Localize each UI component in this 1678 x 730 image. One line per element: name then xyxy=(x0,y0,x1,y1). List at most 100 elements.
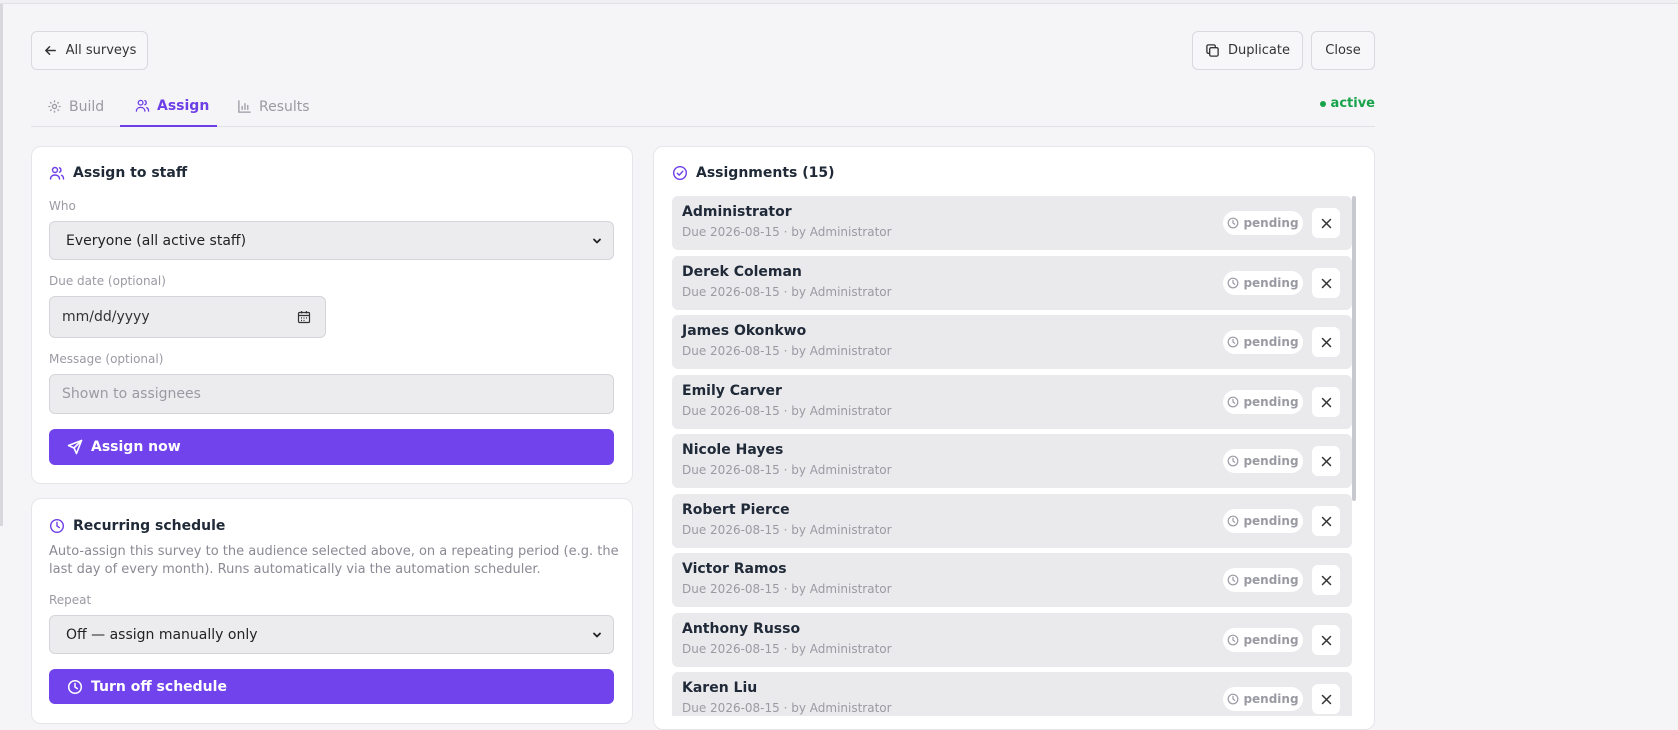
status-badge: pending xyxy=(1223,449,1303,473)
clock-icon xyxy=(1228,574,1239,586)
assignee-name: Victor Ramos xyxy=(682,561,787,577)
message-placeholder: Shown to assignees xyxy=(62,386,201,402)
back-to-surveys-button[interactable]: All surveys xyxy=(31,31,148,70)
list-item[interactable]: Victor Ramos Due 2026-08-15 · by Administ… xyxy=(672,553,1352,607)
close-icon xyxy=(1321,456,1331,466)
status-badge: pending xyxy=(1223,628,1303,652)
remove-assignment-button[interactable] xyxy=(1312,684,1340,714)
assignment-meta: Due 2026-08-15 · by Administrator xyxy=(682,523,892,537)
list-item[interactable]: Administrator Due 2026-08-15 · by Adminis… xyxy=(672,196,1352,250)
message-input[interactable]: Shown to assignees xyxy=(49,374,614,414)
status-badge: pending xyxy=(1223,687,1303,711)
assignment-meta: Due 2026-08-15 · by Administrator xyxy=(682,582,892,596)
recurring-title-text: Recurring schedule xyxy=(73,518,226,534)
list-item[interactable]: Derek Coleman Due 2026-08-15 · by Adminis… xyxy=(672,256,1352,310)
remove-assignment-button[interactable] xyxy=(1312,208,1340,238)
list-item[interactable]: Emily Carver Due 2026-08-15 · by Administ… xyxy=(672,375,1352,429)
list-item[interactable]: Anthony Russo Due 2026-08-15 · by Adminis… xyxy=(672,613,1352,667)
assignment-meta: Due 2026-08-15 · by Administrator xyxy=(682,463,892,477)
status-badge: pending xyxy=(1223,568,1303,592)
who-select-value: Everyone (all active staff) xyxy=(66,232,247,249)
send-icon xyxy=(67,439,83,455)
assignee-name: Derek Coleman xyxy=(682,264,802,280)
status-badge-label: pending xyxy=(1243,633,1299,647)
assignments-list[interactable]: Administrator Due 2026-08-15 · by Adminis… xyxy=(672,196,1356,716)
remove-assignment-button[interactable] xyxy=(1312,625,1340,655)
clock-icon xyxy=(1228,217,1239,229)
who-select[interactable]: Everyone (all active staff) xyxy=(49,221,614,260)
chevron-down-icon xyxy=(593,632,601,637)
calendar-icon[interactable] xyxy=(297,310,311,324)
assignee-name: James Okonkwo xyxy=(682,323,807,339)
tab-assign-label: Assign xyxy=(157,97,210,114)
clock-icon xyxy=(1228,336,1239,348)
status-label: active xyxy=(1330,96,1375,111)
recurring-card-title: Recurring schedule xyxy=(49,518,225,534)
status-badge-label: pending xyxy=(1243,216,1299,230)
turn-off-schedule-label: Turn off schedule xyxy=(91,678,227,695)
assign-now-button[interactable]: Assign now xyxy=(49,429,614,465)
remove-assignment-button[interactable] xyxy=(1312,268,1340,298)
status-badge: active xyxy=(1319,96,1375,111)
clock-icon xyxy=(67,679,83,694)
close-icon xyxy=(1321,218,1331,228)
assignee-name: Nicole Hayes xyxy=(682,442,784,458)
status-badge: pending xyxy=(1223,509,1303,533)
remove-assignment-button[interactable] xyxy=(1312,506,1340,536)
list-item[interactable]: James Okonkwo Due 2026-08-15 · by Adminis… xyxy=(672,315,1352,369)
assignments-scrollbar[interactable] xyxy=(1352,196,1356,501)
list-item[interactable]: Robert Pierce Due 2026-08-15 · by Adminis… xyxy=(672,494,1352,548)
status-badge-label: pending xyxy=(1243,395,1299,409)
due-date-label: Due date (optional) xyxy=(49,274,166,288)
tab-assign[interactable]: Assign xyxy=(120,86,217,127)
status-dot xyxy=(1319,100,1326,107)
list-item[interactable]: Nicole Hayes Due 2026-08-15 · by Administ… xyxy=(672,434,1352,488)
assignee-name: Anthony Russo xyxy=(682,621,801,637)
clock-icon xyxy=(1228,693,1239,705)
assignments-card-title: Assignments (15) xyxy=(672,165,835,181)
who-label: Who xyxy=(49,199,76,213)
remove-assignment-button[interactable] xyxy=(1312,387,1340,417)
close-icon xyxy=(1321,694,1331,704)
status-badge-label: pending xyxy=(1243,276,1299,290)
status-badge-label: pending xyxy=(1243,454,1299,468)
assignment-meta: Due 2026-08-15 · by Administrator xyxy=(682,404,892,418)
recurring-card: Recurring schedule Auto-assign this surv… xyxy=(31,498,633,724)
users-icon xyxy=(135,99,150,112)
users-icon xyxy=(49,166,65,180)
assignment-meta: Due 2026-08-15 · by Administrator xyxy=(682,285,892,299)
close-button[interactable]: Close xyxy=(1311,31,1375,70)
window-left-edge xyxy=(0,4,3,526)
tab-bar: Build Assign Results active xyxy=(31,86,1375,127)
status-badge: pending xyxy=(1223,271,1303,295)
assignee-name: Emily Carver xyxy=(682,383,782,399)
assignment-meta: Due 2026-08-15 · by Administrator xyxy=(682,344,892,358)
repeat-select[interactable]: Off — assign manually only xyxy=(49,615,614,654)
tab-build-label: Build xyxy=(69,98,105,115)
chevron-down-icon xyxy=(593,238,601,243)
bar-chart-icon xyxy=(238,100,251,113)
due-date-input[interactable]: mm/dd/yyyy xyxy=(49,296,326,338)
duplicate-button[interactable]: Duplicate xyxy=(1192,31,1303,70)
assign-now-label: Assign now xyxy=(91,439,181,455)
remove-assignment-button[interactable] xyxy=(1312,446,1340,476)
back-to-surveys-label: All surveys xyxy=(65,43,137,58)
remove-assignment-button[interactable] xyxy=(1312,327,1340,357)
remove-assignment-button[interactable] xyxy=(1312,565,1340,595)
close-icon xyxy=(1321,397,1331,407)
arrow-left-icon xyxy=(44,46,56,55)
close-label: Close xyxy=(1325,43,1361,58)
repeat-label: Repeat xyxy=(49,593,92,607)
tab-build[interactable]: Build xyxy=(47,86,104,127)
tab-results[interactable]: Results xyxy=(237,86,310,127)
clock-icon xyxy=(1228,277,1239,289)
clock-icon xyxy=(49,518,65,534)
status-badge: pending xyxy=(1223,330,1303,354)
list-item[interactable]: Karen Liu Due 2026-08-15 · by Administrat… xyxy=(672,672,1352,716)
turn-off-schedule-button[interactable]: Turn off schedule xyxy=(49,669,614,704)
assignee-name: Karen Liu xyxy=(682,680,758,696)
recurring-description: Auto-assign this survey to the audience … xyxy=(49,544,619,577)
clock-icon xyxy=(1228,455,1239,467)
assign-title-text: Assign to staff xyxy=(73,165,188,181)
status-badge-label: pending xyxy=(1243,573,1299,587)
